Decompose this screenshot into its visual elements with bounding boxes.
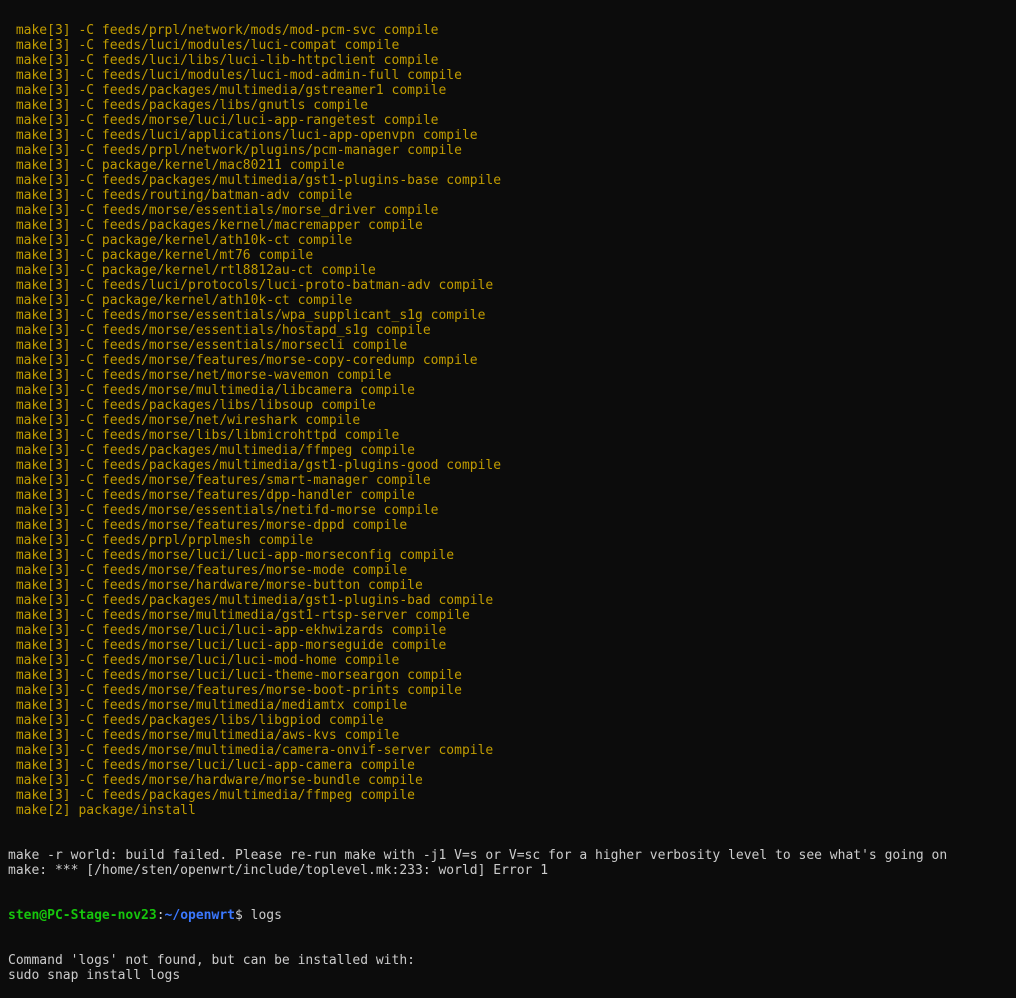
build-log-line: make[3] -C feeds/morse/luci/luci-mod-hom… <box>8 653 400 668</box>
build-log-line: make[3] -C feeds/prpl/prplmesh compile <box>8 533 314 548</box>
build-log-line: make[3] -C feeds/luci/protocols/luci-pro… <box>8 278 494 293</box>
build-log-line: make[3] -C feeds/morse/luci/luci-app-mor… <box>8 548 455 563</box>
build-log-line: make[3] -C feeds/packages/libs/libsoup c… <box>8 398 376 413</box>
build-log-line: make[3] -C feeds/luci/libs/luci-lib-http… <box>8 53 439 68</box>
build-log-line: make[3] -C feeds/morse/multimedia/mediam… <box>8 698 408 713</box>
build-log-line: make[3] -C feeds/packages/libs/gnutls co… <box>8 98 369 113</box>
build-log-line: make[3] -C feeds/morse/multimedia/gst1-r… <box>8 608 470 623</box>
build-log-line: make[3] -C feeds/morse/essentials/hostap… <box>8 323 431 338</box>
build-log-line: make[3] -C feeds/morse/features/morse-co… <box>8 353 478 368</box>
build-log-line: make[3] -C package/kernel/ath10k-ct comp… <box>8 233 353 248</box>
build-log-line: make[3] -C feeds/morse/essentials/wpa_su… <box>8 308 486 323</box>
build-log-line: make[3] -C feeds/morse/multimedia/camera… <box>8 743 494 758</box>
build-log-line: make[3] -C feeds/morse/luci/luci-app-mor… <box>8 638 447 653</box>
build-log-line: make[3] -C feeds/luci/modules/luci-mod-a… <box>8 68 462 83</box>
build-log-line: make[3] -C feeds/morse/multimedia/libcam… <box>8 383 415 398</box>
build-log-line: make[3] -C package/kernel/mt76 compile <box>8 248 314 263</box>
build-log-line: make[3] -C package/kernel/mac80211 compi… <box>8 158 345 173</box>
error-line: make -r world: build failed. Please re-r… <box>8 848 948 863</box>
build-log-line: make[3] -C feeds/prpl/network/plugins/pc… <box>8 143 462 158</box>
prompt-symbol: $ <box>235 908 251 923</box>
build-log-line: make[3] -C feeds/prpl/network/mods/mod-p… <box>8 23 439 38</box>
output-line: sudo snap install logs <box>8 968 181 983</box>
build-log-line: make[3] -C feeds/morse/hardware/morse-bu… <box>8 578 423 593</box>
build-log-line: make[3] -C feeds/morse/hardware/morse-bu… <box>8 773 423 788</box>
build-log-line: make[3] -C feeds/morse/features/morse-dp… <box>8 518 408 533</box>
error-messages: make -r world: build failed. Please re-r… <box>8 848 1016 878</box>
build-log-line: make[3] -C feeds/packages/multimedia/ffm… <box>8 443 415 458</box>
build-log-line: make[3] -C feeds/packages/multimedia/gst… <box>8 173 502 188</box>
build-log: make[3] -C feeds/prpl/network/mods/mod-p… <box>8 23 1016 818</box>
prompt-separator: : <box>156 908 165 923</box>
build-log-line: make[3] -C feeds/morse/features/morse-mo… <box>8 563 408 578</box>
build-log-line: make[3] -C feeds/morse/essentials/morsec… <box>8 338 408 353</box>
build-log-line: make[3] -C feeds/morse/luci/luci-app-ran… <box>8 113 439 128</box>
shell-prompt-line: sten@PC-Stage-nov23:~/openwrt$ logs <box>8 908 1016 923</box>
output-line: Command 'logs' not found, but can be ins… <box>8 953 415 968</box>
build-log-line: make[3] -C feeds/morse/net/wireshark com… <box>8 413 361 428</box>
build-log-line: make[3] -C feeds/morse/essentials/morse_… <box>8 203 439 218</box>
prompt-user-host: sten@PC-Stage-nov23 <box>8 908 157 923</box>
build-log-line: make[3] -C feeds/morse/luci/luci-app-cam… <box>8 758 415 773</box>
error-line: make: *** [/home/sten/openwrt/include/to… <box>8 863 549 878</box>
build-log-line: make[3] -C feeds/morse/multimedia/aws-kv… <box>8 728 400 743</box>
build-log-line: make[3] -C feeds/luci/modules/luci-compa… <box>8 38 400 53</box>
build-log-line: make[3] -C feeds/morse/features/morse-bo… <box>8 683 462 698</box>
build-log-line: make[3] -C feeds/packages/kernel/macrema… <box>8 218 423 233</box>
build-log-line: make[3] -C feeds/morse/essentials/netifd… <box>8 503 439 518</box>
build-log-line: make[3] -C feeds/morse/features/dpp-hand… <box>8 488 415 503</box>
terminal-output[interactable]: make[3] -C feeds/prpl/network/mods/mod-p… <box>0 0 1016 998</box>
prompt-command: logs <box>250 908 282 923</box>
build-log-line: make[3] -C feeds/packages/multimedia/ffm… <box>8 788 415 803</box>
build-log-line: make[3] -C package/kernel/ath10k-ct comp… <box>8 293 353 308</box>
build-log-line: make[3] -C feeds/morse/libs/libmicrohttp… <box>8 428 400 443</box>
build-log-line: make[3] -C feeds/packages/multimedia/gst… <box>8 593 494 608</box>
build-log-line: make[3] -C feeds/packages/multimedia/gst… <box>8 83 447 98</box>
build-log-line: make[3] -C feeds/morse/net/morse-wavemon… <box>8 368 392 383</box>
prompt-path: ~/openwrt <box>164 908 235 923</box>
build-log-line: make[3] -C feeds/morse/luci/luci-theme-m… <box>8 668 462 683</box>
build-log-line: make[3] -C feeds/routing/batman-adv comp… <box>8 188 353 203</box>
build-log-line: make[3] -C feeds/morse/luci/luci-app-ekh… <box>8 623 447 638</box>
build-log-line: make[3] -C feeds/luci/applications/luci-… <box>8 128 478 143</box>
command-output: Command 'logs' not found, but can be ins… <box>8 953 1016 983</box>
build-log-line: make[3] -C package/kernel/rtl8812au-ct c… <box>8 263 376 278</box>
build-log-line: make[3] -C feeds/morse/features/smart-ma… <box>8 473 431 488</box>
build-log-line: make[2] package/install <box>8 803 196 818</box>
build-log-line: make[3] -C feeds/packages/multimedia/gst… <box>8 458 502 473</box>
build-log-line: make[3] -C feeds/packages/libs/libgpiod … <box>8 713 384 728</box>
